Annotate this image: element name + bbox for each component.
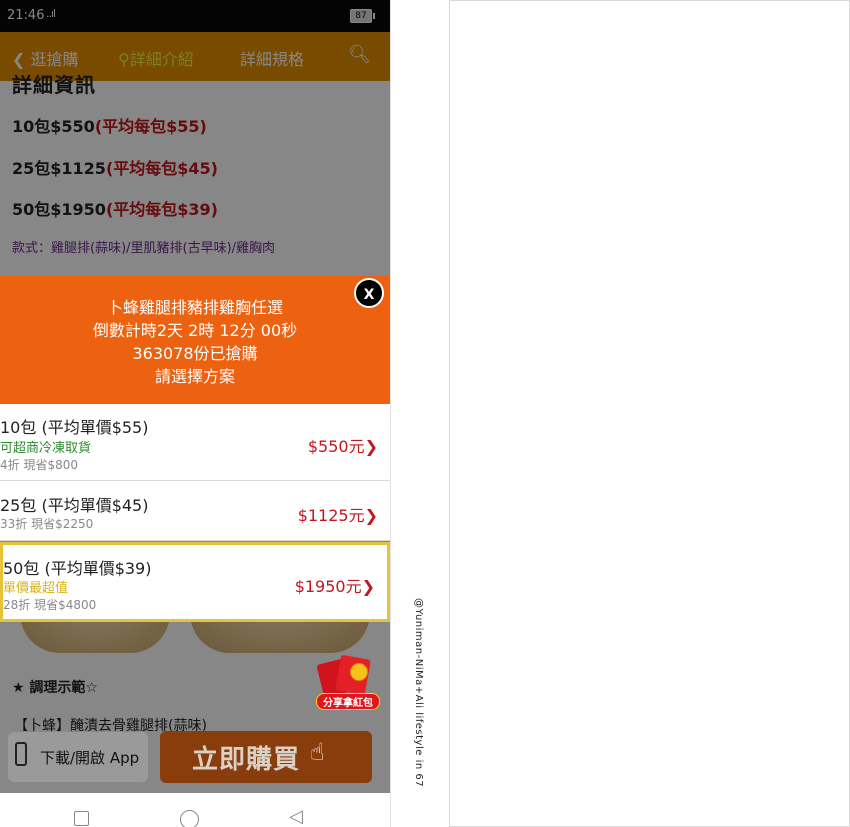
plan-option-10[interactable]: 10包 (平均單價$55) 可超商冷凍取貨 4折 現省$800 $550元❯ xyxy=(0,404,390,481)
plan-price: $1950元❯ xyxy=(295,573,375,597)
blank-side-panel xyxy=(449,0,850,827)
plan-note: 單價最超值 xyxy=(3,581,69,596)
share-red-envelope[interactable]: 分享拿紅包 xyxy=(316,654,380,711)
close-button[interactable]: X xyxy=(354,278,384,308)
modal-header: 卜蜂雞腿排豬排雞胸任選 倒數計時2天 2時 12分 00秒 363078份已搶購… xyxy=(0,276,390,404)
product-name: 卜蜂雞腿排豬排雞胸任選 xyxy=(106,298,283,317)
share-label: 分享拿紅包 xyxy=(316,693,380,710)
back-triangle-icon[interactable]: ◁ xyxy=(289,806,303,827)
buy-label: 立即購買 xyxy=(192,745,301,775)
watermark-text: @Yuniman-NiMa+Ali lifestyle in 67 xyxy=(413,598,424,788)
coin-icon xyxy=(350,663,368,681)
chevron-right-icon: ❯ xyxy=(364,506,378,525)
plan-price-value: $1950元 xyxy=(294,577,362,596)
plan-title: 50包 (平均單價$39) xyxy=(3,559,152,578)
plan-title: 10包 (平均單價$55) xyxy=(0,418,149,437)
square-icon[interactable] xyxy=(74,811,89,826)
system-nav-bar: ◁ xyxy=(0,793,390,827)
plan-title: 25包 (平均單價$45) xyxy=(0,496,149,515)
plan-note: 可超商冷凍取貨 xyxy=(0,441,92,456)
plan-option-25[interactable]: 25包 (平均單價$45) 33折 現省$2250 $1125元❯ xyxy=(0,481,390,541)
chevron-right-icon: ❯ xyxy=(364,437,378,456)
home-circle-icon[interactable] xyxy=(180,810,199,827)
plan-price-value: $550元 xyxy=(307,437,365,456)
countdown-text: 倒數計時2天 2時 12分 00秒 xyxy=(92,321,298,340)
plan-discount: 28折 現省$4800 xyxy=(3,598,97,612)
plan-option-50[interactable]: 50包 (平均單價$39) 單價最超值 28折 現省$4800 $1950元❯ xyxy=(0,542,390,622)
buy-now-button[interactable]: 立即購買 ☝ xyxy=(160,731,372,783)
plan-discount: 4折 現省$800 xyxy=(0,458,78,472)
hand-pointer-icon: ☝ xyxy=(310,738,325,766)
phone-screen: 21:46 ..ıl 87 ❮ 逛搶購 ⚲詳細介紹 詳細規格 🔍︎ 詳細資訊 1… xyxy=(0,0,391,827)
phone-icon xyxy=(15,742,27,766)
download-app-button[interactable]: 下載/開啟 App xyxy=(8,732,148,782)
plan-discount: 33折 現省$2250 xyxy=(0,517,94,531)
sold-count: 363078份已搶購 xyxy=(132,344,258,363)
chevron-right-icon: ❯ xyxy=(361,577,375,596)
choose-plan-text: 請選擇方案 xyxy=(154,367,235,386)
plan-price-value: $1125元 xyxy=(297,506,365,525)
download-label: 下載/開啟 App xyxy=(40,749,140,767)
plan-price: $1125元❯ xyxy=(298,502,378,526)
plan-price: $550元❯ xyxy=(308,433,378,457)
